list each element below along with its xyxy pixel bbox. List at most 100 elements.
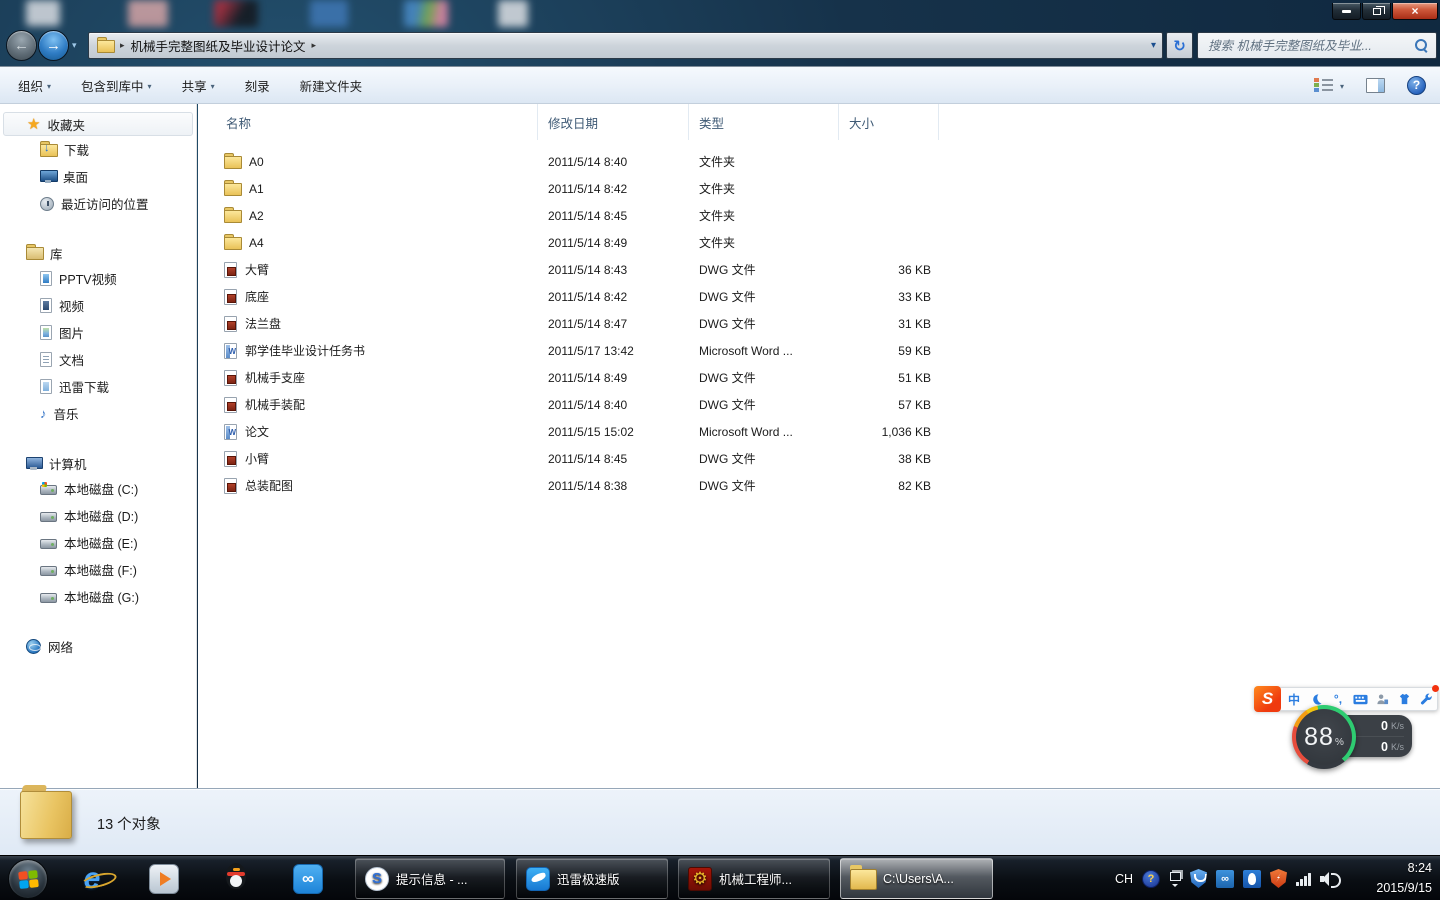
breadcrumb-segment[interactable]: 机械手完整图纸及毕业设计论文 [131,36,306,55]
column-header-name[interactable]: 名称 [198,104,538,140]
taskbar-button-sogou-browser[interactable]: S 提示信息 - ... [355,858,505,899]
recent-pages-dropdown-icon[interactable]: ▾ [72,40,77,51]
minimize-button[interactable] [1332,3,1361,20]
file-name[interactable]: 机械手装配 [245,396,305,413]
column-header-size[interactable]: 大小 [839,104,939,140]
close-button[interactable]: × [1392,3,1438,20]
sidebar-item-computer[interactable]: 计算机 [0,451,196,475]
file-row[interactable]: 大臂 2011/5/14 8:43 DWG 文件 36 KB [198,256,1440,283]
file-name[interactable]: 大臂 [245,261,269,278]
file-name[interactable]: 总装配图 [245,477,293,494]
file-name[interactable]: A1 [249,182,264,196]
file-name[interactable]: 郭学佳毕业设计任务书 [245,342,365,359]
sidebar-item[interactable]: 视频 [0,292,196,319]
file-row[interactable]: 总装配图 2011/5/14 8:38 DWG 文件 82 KB [198,472,1440,499]
sidebar-item[interactable]: 文档 [0,346,196,373]
browser-tray-icon[interactable]: ∞ [1216,869,1234,888]
sidebar-item[interactable]: 本地磁盘 (F:) [0,556,196,583]
column-header-type[interactable]: 类型 [689,104,839,140]
health-gauge[interactable]: 88 % [1292,705,1356,769]
column-header-date[interactable]: 修改日期 [538,104,689,140]
qq-tray-icon[interactable] [1243,869,1261,888]
sidebar-item[interactable]: 图片 [0,319,196,346]
file-name[interactable]: 法兰盘 [245,315,281,332]
file-row[interactable]: 小臂 2011/5/14 8:45 DWG 文件 38 KB [198,445,1440,472]
sogou-logo-icon[interactable]: S [1254,686,1281,712]
dwg-file-icon [224,450,237,467]
taskbar-button-explorer-window[interactable]: C:\Users\A... [840,858,993,899]
file-type: DWG 文件 [699,263,756,277]
file-name[interactable]: A2 [249,209,264,223]
sidebar-item[interactable]: 迅雷下载 [0,373,196,400]
clock-time: 8:24 [1407,861,1432,876]
forward-button[interactable]: → [38,30,69,61]
sidebar-item[interactable]: PPTV视频 [0,265,196,292]
ime-settings-wrench-icon[interactable] [1415,685,1439,710]
restore-button[interactable] [1362,3,1391,20]
preview-pane-button[interactable] [1366,77,1385,93]
sidebar-item[interactable]: 本地磁盘 (D:) [0,502,196,529]
include-in-library-button[interactable]: 包含到库中 ▾ [81,76,152,95]
address-dropdown-icon[interactable]: ▾ [1151,40,1156,51]
taskbar-button-mechanical-engineer-app[interactable]: ⚙ 机械工程师... [678,858,830,899]
file-row[interactable]: 机械手支座 2011/5/14 8:49 DWG 文件 51 KB [198,364,1440,391]
new-folder-button[interactable]: 新建文件夹 [300,76,363,95]
file-name[interactable]: A4 [249,236,264,250]
back-button[interactable]: ← [6,30,37,61]
file-row[interactable]: 底座 2011/5/14 8:42 DWG 文件 33 KB [198,283,1440,310]
start-button[interactable] [8,859,48,899]
internet-explorer-button[interactable]: e [74,861,118,897]
security-shield-icon[interactable] [1190,869,1207,888]
dwg-file-icon [224,477,237,494]
sidebar-item-favorites[interactable]: ★ 收藏夹 [3,112,193,136]
taskbar-clock[interactable]: 8:24 2015/9/15 [1376,856,1432,900]
sidebar-item-libraries[interactable]: 库 [0,241,196,265]
file-name[interactable]: 小臂 [245,450,269,467]
change-view-button[interactable]: ▾ [1313,77,1344,93]
qq-button[interactable] [218,861,254,897]
language-indicator[interactable]: CH [1115,872,1133,886]
antivirus-shield-icon[interactable] [1270,869,1287,888]
sidebar-item-network[interactable]: 网络 [0,634,196,658]
show-hidden-icons[interactable] [1169,871,1181,887]
media-player-button[interactable] [146,861,182,897]
taskbar-button-xunlei[interactable]: 迅雷极速版 [516,858,668,899]
burn-button[interactable]: 刻录 [245,76,270,95]
ime-chinese-mode-button[interactable]: 中 [1283,688,1305,710]
network-signal-icon[interactable] [1296,872,1311,886]
volume-icon[interactable] [1320,871,1341,888]
file-name[interactable]: A0 [249,155,264,169]
ime-profile-icon[interactable] [1371,688,1393,710]
refresh-button[interactable]: ↻ [1166,32,1193,59]
file-row[interactable]: 法兰盘 2011/5/14 8:47 DWG 文件 31 KB [198,310,1440,337]
file-row[interactable]: A0 2011/5/14 8:40 文件夹 [198,148,1440,175]
file-row[interactable]: A2 2011/5/14 8:45 文件夹 [198,202,1440,229]
ime-skin-tshirt-icon[interactable] [1393,688,1415,710]
sidebar-item[interactable]: 本地磁盘 (C:) [0,475,196,502]
sidebar-item[interactable]: ↓ 下载 [0,136,196,163]
tray-help-icon[interactable]: ? [1142,869,1160,888]
breadcrumb-arrow-icon[interactable]: ▸ [312,40,317,51]
file-name[interactable]: 论文 [245,423,269,440]
sidebar-item[interactable]: 桌面 [0,163,196,190]
sidebar-label: 本地磁盘 (C:) [64,483,139,497]
file-row[interactable]: 论文 2011/5/15 15:02 Microsoft Word ... 1,036… [198,418,1440,445]
file-row[interactable]: A4 2011/5/14 8:49 文件夹 [198,229,1440,256]
file-row[interactable]: 机械手装配 2011/5/14 8:40 DWG 文件 57 KB [198,391,1440,418]
sidebar-item[interactable]: 本地磁盘 (G:) [0,583,196,610]
file-row[interactable]: 郭学佳毕业设计任务书 2011/5/17 13:42 Microsoft Word … [198,337,1440,364]
help-button[interactable]: ? [1407,75,1426,95]
file-name[interactable]: 机械手支座 [245,369,305,386]
file-row[interactable]: A1 2011/5/14 8:42 文件夹 [198,175,1440,202]
ime-keyboard-icon[interactable] [1349,688,1371,710]
sidebar-item[interactable]: ♪ 音乐 [0,400,196,427]
cloud-drive-button[interactable]: ∞ [290,861,326,897]
search-input[interactable] [1198,38,1415,53]
sidebar-item[interactable]: 最近访问的位置 [0,190,196,217]
file-name[interactable]: 底座 [245,288,269,305]
share-button[interactable]: 共享 ▾ [182,76,215,95]
address-bar[interactable]: ▸ 机械手完整图纸及毕业设计论文 ▸ ▾ [88,32,1163,59]
sidebar-item[interactable]: 本地磁盘 (E:) [0,529,196,556]
organize-button[interactable]: 组织 ▾ [18,76,51,95]
sidebar-label: 下载 [64,144,90,158]
